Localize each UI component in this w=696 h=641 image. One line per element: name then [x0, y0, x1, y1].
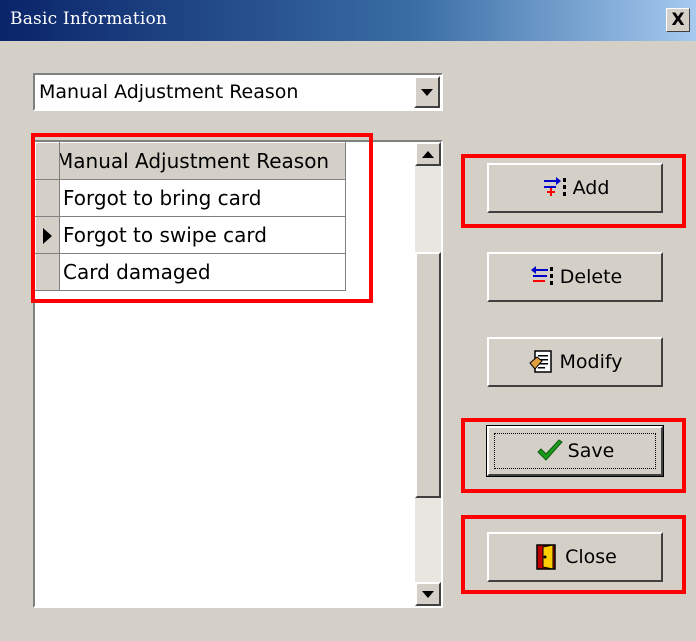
grid-cell[interactable]: Forgot to swipe card	[59, 216, 346, 254]
current-row-arrow-icon	[43, 228, 52, 244]
save-button[interactable]: Save	[486, 425, 664, 477]
modify-button-label: Modify	[559, 351, 623, 373]
focus-rectangle	[494, 433, 656, 469]
delete-record-icon	[528, 263, 556, 291]
close-button[interactable]: Close	[487, 532, 663, 582]
scroll-thumb[interactable]	[415, 252, 441, 498]
grid-cell[interactable]: Forgot to bring card	[59, 179, 346, 217]
close-button-label: Close	[565, 546, 617, 568]
row-indicator[interactable]	[35, 253, 60, 291]
scroll-up-button[interactable]	[415, 142, 441, 166]
modify-button[interactable]: Modify	[487, 337, 663, 387]
table-row[interactable]: Forgot to swipe card	[35, 216, 346, 254]
close-x-icon: X	[671, 10, 685, 30]
chevron-down-icon	[421, 88, 433, 96]
row-indicator-header	[35, 142, 60, 180]
close-door-icon	[533, 543, 561, 571]
table-row[interactable]: Forgot to bring card	[35, 179, 346, 217]
window-close-button[interactable]: X	[666, 8, 690, 32]
category-dropdown-value: Manual Adjustment Reason	[39, 81, 299, 103]
arrow-up-icon	[422, 150, 434, 158]
add-record-icon	[541, 174, 569, 202]
add-button-label: Add	[572, 177, 610, 199]
category-dropdown[interactable]: Manual Adjustment Reason	[33, 73, 443, 111]
row-indicator[interactable]	[35, 179, 60, 217]
add-button[interactable]: Add	[487, 163, 663, 213]
grid-header-row: Manual Adjustment Reason	[35, 142, 346, 180]
title-bar: Basic Information X	[0, 0, 696, 41]
row-indicator-current[interactable]	[35, 216, 60, 254]
arrow-down-icon	[422, 590, 434, 598]
scroll-down-button[interactable]	[415, 582, 441, 606]
dropdown-button[interactable]	[414, 76, 440, 108]
window-title: Basic Information	[10, 9, 168, 29]
grid-cell[interactable]: Card damaged	[59, 253, 346, 291]
delete-button-label: Delete	[559, 266, 623, 288]
table-row[interactable]: Card damaged	[35, 253, 346, 291]
delete-button[interactable]: Delete	[487, 252, 663, 302]
column-header-reason[interactable]: Manual Adjustment Reason	[59, 142, 346, 180]
vertical-scrollbar[interactable]	[415, 142, 441, 606]
reason-grid[interactable]: Manual Adjustment Reason Forgot to bring…	[33, 140, 443, 608]
modify-record-icon	[528, 348, 556, 376]
